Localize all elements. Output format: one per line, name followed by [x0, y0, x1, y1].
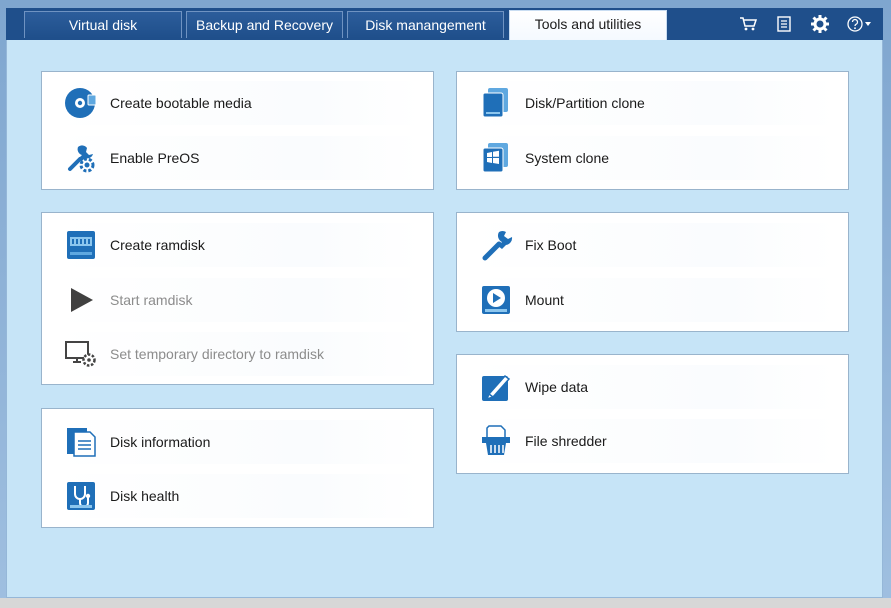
item-label: File shredder [525, 433, 607, 449]
mount-button[interactable]: Mount [469, 278, 835, 322]
system-clone-button[interactable]: System clone [469, 136, 835, 180]
file-shredder-button[interactable]: File shredder [469, 419, 835, 463]
tab-backup-and-recovery[interactable]: Backup and Recovery [186, 11, 343, 38]
shredder-icon [479, 424, 513, 458]
item-label: Create ramdisk [110, 237, 205, 253]
help-icon[interactable] [847, 15, 873, 33]
fix-boot-button[interactable]: Fix Boot [469, 223, 835, 267]
wipe-data-button[interactable]: Wipe data [469, 365, 835, 409]
create-bootable-media-button[interactable]: Create bootable media [54, 81, 420, 125]
item-label: Fix Boot [525, 237, 577, 253]
create-ramdisk-button[interactable]: Create ramdisk [54, 223, 420, 267]
disk-clone-icon [479, 86, 513, 120]
item-label: Disk health [110, 488, 180, 504]
disc-icon [64, 86, 98, 120]
disk-health-button[interactable]: Disk health [54, 474, 420, 518]
cart-icon[interactable] [739, 15, 757, 33]
monitor-gear-icon [64, 337, 98, 371]
item-label: Create bootable media [110, 95, 252, 111]
disk-partition-clone-button[interactable]: Disk/Partition clone [469, 81, 835, 125]
tab-tools-and-utilities[interactable]: Tools and utilities [509, 10, 667, 41]
stethoscope-icon [64, 479, 98, 513]
wrench-icon [479, 228, 513, 262]
item-label: Set temporary directory to ramdisk [110, 346, 324, 362]
panel-bootable: Create bootable media Enable PreOS [41, 71, 434, 190]
document-icon [64, 425, 98, 459]
set-temp-directory-button[interactable]: Set temporary directory to ramdisk [54, 332, 420, 376]
tab-bar: Virtual disk Backup and Recovery Disk ma… [6, 8, 883, 41]
disk-information-button[interactable]: Disk information [54, 420, 420, 464]
system-clone-icon [479, 141, 513, 175]
gear-icon[interactable] [811, 15, 829, 33]
panel-ramdisk: Create ramdisk Start ramdisk Set tempora… [41, 212, 434, 385]
item-label: Disk/Partition clone [525, 95, 645, 111]
play-icon [64, 283, 98, 317]
wrench-gear-icon [64, 141, 98, 175]
panel-clone: Disk/Partition clone System clone [456, 71, 849, 190]
item-label: Wipe data [525, 379, 589, 395]
ramdisk-icon [64, 228, 98, 262]
item-label: Mount [525, 292, 564, 308]
item-label: System clone [525, 150, 610, 166]
panel-fix: Fix Boot Mount [456, 212, 849, 332]
panel-wipe: Wipe data File shredder [456, 354, 849, 474]
start-ramdisk-button[interactable]: Start ramdisk [54, 278, 420, 322]
list-icon[interactable] [775, 15, 793, 33]
status-bar [0, 598, 891, 608]
item-label: Start ramdisk [110, 292, 193, 308]
panel-disk-info: Disk information Disk health [41, 408, 434, 528]
toolbar-icons [739, 8, 873, 40]
tab-disk-management[interactable]: Disk manangement [347, 11, 504, 38]
enable-preos-button[interactable]: Enable PreOS [54, 136, 420, 180]
app-window: Virtual disk Backup and Recovery Disk ma… [0, 0, 891, 608]
tab-virtual-disk[interactable]: Virtual disk [24, 11, 182, 38]
tools-content: Create bootable media Enable PreOS Creat… [6, 40, 883, 598]
mount-icon [479, 283, 513, 317]
item-label: Enable PreOS [110, 150, 200, 166]
wipe-icon [479, 370, 513, 404]
item-label: Disk information [110, 434, 211, 450]
